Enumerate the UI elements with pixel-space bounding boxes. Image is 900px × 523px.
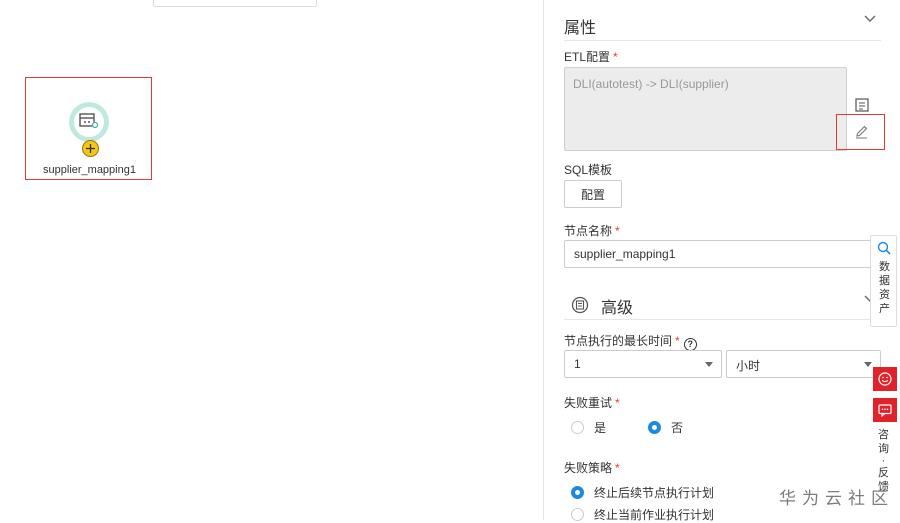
data-asset-tab[interactable]: 数 据 资 产 (870, 235, 897, 327)
divider (564, 40, 881, 41)
node-label: supplier_mapping1 (43, 164, 136, 176)
chat-button[interactable] (873, 398, 897, 422)
table-transform-icon (79, 113, 99, 129)
format-icon[interactable] (855, 98, 869, 112)
caret-down-icon (864, 362, 872, 367)
panel-title: 属性 (564, 20, 597, 37)
max-time-label: 节点执行的最长时间 *? (564, 332, 697, 351)
advanced-section-title[interactable]: 高级 (601, 294, 633, 318)
search-icon (877, 241, 891, 255)
sql-config-button[interactable]: 配置 (564, 180, 622, 208)
edit-button[interactable] (836, 114, 885, 150)
retry-options: 是 否 (571, 419, 683, 436)
retry-no-label[interactable]: 否 (671, 419, 683, 436)
node-name-label: 节点名称 * (564, 224, 620, 238)
node-selection-frame[interactable]: supplier_mapping1 (25, 77, 152, 180)
policy-option-2[interactable]: 终止当前作业执行计划 (571, 506, 714, 523)
flow-canvas[interactable]: supplier_mapping1 (0, 0, 543, 520)
data-asset-text: 数 (879, 261, 890, 273)
caret-down-icon (705, 362, 713, 367)
max-time-unit-select[interactable]: 小时 (726, 350, 881, 378)
retry-no-radio[interactable] (648, 421, 662, 434)
plus-circle-icon[interactable] (82, 140, 99, 157)
retry-yes-radio[interactable] (571, 421, 584, 434)
retry-yes-label[interactable]: 是 (594, 419, 606, 436)
toolbar-stub (153, 0, 317, 7)
chevron-down-icon[interactable] (862, 10, 878, 26)
smile-button[interactable] (873, 367, 897, 391)
smile-icon (878, 372, 892, 386)
node-shape[interactable] (69, 102, 109, 142)
max-time-value-select[interactable]: 1 (564, 350, 722, 378)
sql-template-label: SQL模板 (564, 163, 613, 177)
properties-panel: 属性 ETL配置 * DLI(autotest) -> DLI(supplier)… (543, 0, 900, 523)
chat-icon (878, 404, 892, 417)
list-circle-icon (571, 296, 589, 314)
failure-policy-label: 失败策略 * (564, 461, 620, 475)
policy-option-1-radio[interactable] (571, 486, 584, 499)
node-name-input[interactable]: supplier_mapping1 (564, 240, 881, 268)
feedback-text: 咨 (878, 429, 889, 441)
divider (564, 319, 881, 320)
policy-option-2-radio[interactable] (571, 508, 584, 521)
watermark: 华为云社区 (779, 489, 894, 508)
retry-label: 失败重试 * (564, 396, 620, 410)
etl-config-field[interactable]: DLI(autotest) -> DLI(supplier) (564, 67, 847, 151)
policy-option-1[interactable]: 终止后续节点执行计划 (571, 484, 714, 501)
pencil-icon (856, 125, 868, 139)
etl-config-label: ETL配置 * (564, 50, 618, 64)
